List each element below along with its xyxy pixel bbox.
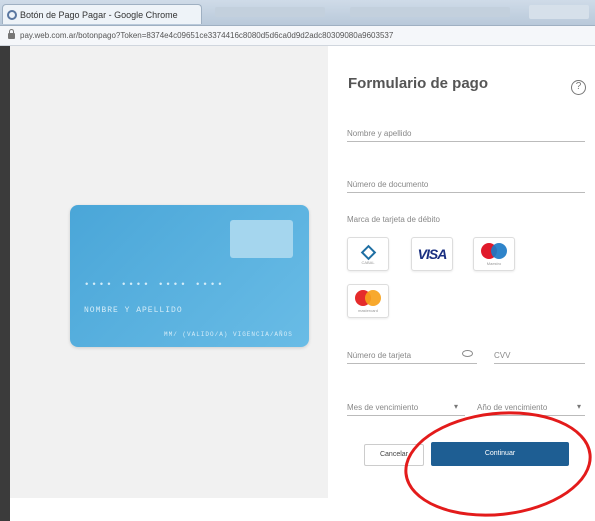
- address-bar[interactable]: pay.web.com.ar/botonpago?Token=8374e4c09…: [0, 26, 595, 46]
- expiry-month-select[interactable]: Mes de vencimiento: [347, 398, 465, 416]
- browser-tab-title: Botón de Pago Pagar - Google Chrome: [20, 9, 178, 20]
- brand-option-maestro[interactable]: Maestro: [473, 237, 515, 271]
- brand-option-mastercard[interactable]: mastercard: [347, 284, 389, 318]
- browser-titlebar: Botón de Pago Pagar - Google Chrome: [0, 0, 595, 26]
- cvv-input[interactable]: CVV: [494, 346, 585, 364]
- maestro-logo-icon: [481, 242, 507, 259]
- window-controls[interactable]: [529, 5, 589, 19]
- card-preview: •••• •••• •••• •••• NOMBRE Y APELLIDO MM…: [70, 205, 309, 347]
- blurred-tab: [215, 7, 325, 17]
- form-title: Formulario de pago: [348, 75, 489, 92]
- brand-option-visa[interactable]: VISA: [411, 237, 453, 271]
- page-background: [0, 46, 10, 521]
- cabal-logo-icon: [360, 244, 376, 261]
- card-number-preview: •••• •••• •••• ••••: [84, 280, 225, 290]
- chevron-down-icon[interactable]: ▾: [454, 402, 458, 411]
- brand-name: mastercard: [357, 307, 378, 313]
- brand-label: Marca de tarjeta de débito: [347, 215, 440, 224]
- chevron-down-icon[interactable]: ▾: [577, 402, 581, 411]
- card-number-input[interactable]: Número de tarjeta: [347, 346, 477, 364]
- chrome-icon: [7, 9, 17, 20]
- card-holder-preview: NOMBRE Y APELLIDO: [84, 306, 183, 315]
- name-input[interactable]: Nombre y apellido: [347, 124, 585, 142]
- card-expiry-preview: MM/ (VALIDO/A) VIGENCIA/AÑOS: [164, 331, 293, 338]
- browser-tab[interactable]: Botón de Pago Pagar - Google Chrome: [2, 4, 202, 24]
- brand-option-cabal[interactable]: CABAL: [347, 237, 389, 271]
- visa-logo-icon: VISA: [417, 246, 448, 262]
- lock-icon: [8, 28, 15, 39]
- card-chip: [230, 220, 293, 258]
- address-url: pay.web.com.ar/botonpago?Token=8374e4c09…: [20, 31, 394, 40]
- help-icon[interactable]: ?: [571, 80, 586, 95]
- blurred-tab: [350, 7, 510, 17]
- document-input[interactable]: Número de documento: [347, 175, 585, 193]
- card-preview-panel: •••• •••• •••• •••• NOMBRE Y APELLIDO MM…: [10, 46, 328, 498]
- eye-icon[interactable]: [462, 350, 473, 357]
- mastercard-logo-icon: [355, 289, 381, 306]
- brand-name: Maestro: [486, 260, 502, 266]
